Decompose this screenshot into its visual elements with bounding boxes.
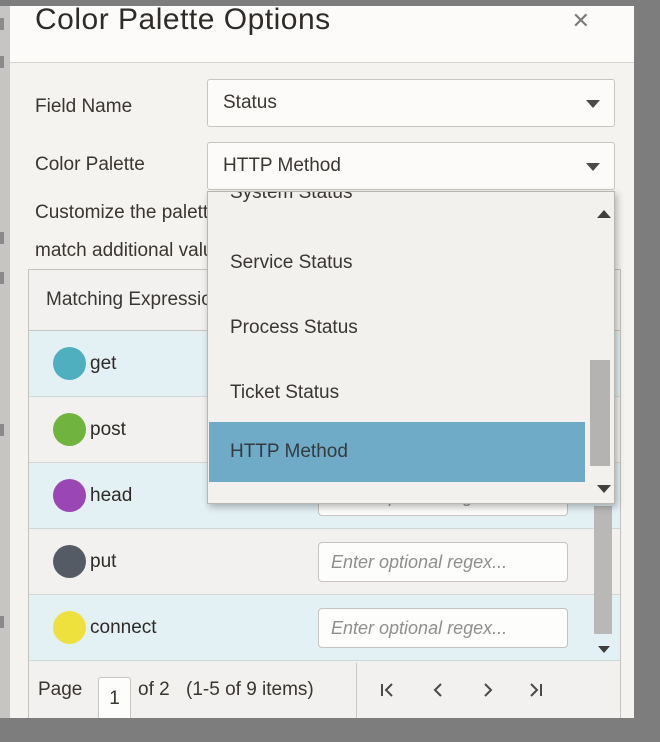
color-palette-dropdown-list: System Status Service StatusProcess Statu… (207, 191, 615, 504)
last-page-button[interactable] (527, 661, 545, 718)
color-swatch-icon[interactable] (53, 347, 86, 380)
page-label: Page (38, 661, 82, 718)
last-page-icon (527, 681, 545, 699)
page-of-label: of 2 (138, 661, 170, 718)
field-name-selected-value: Status (223, 80, 277, 126)
value-label: put (90, 529, 116, 594)
previous-page-icon (429, 681, 447, 699)
pagination-bar: Page of 2 (1-5 of 9 items) (29, 661, 620, 718)
dropdown-scroll-down-icon[interactable] (597, 485, 611, 493)
items-range-label: (1-5 of 9 items) (186, 661, 314, 718)
regex-input[interactable] (318, 542, 568, 582)
dialog-titlebar: Color Palette Options ✕ (10, 6, 634, 63)
edge-tick (0, 18, 4, 30)
value-label: head (90, 463, 132, 528)
description-line-1: Customize the palette (35, 202, 207, 224)
pagination-divider (356, 663, 357, 718)
value-label: get (90, 331, 116, 396)
color-palette-select[interactable]: HTTP Method (207, 142, 615, 190)
color-palette-selected-value: HTTP Method (223, 143, 341, 189)
chevron-down-icon (586, 100, 600, 108)
grid-scroll-down-icon[interactable] (598, 646, 610, 653)
first-page-button[interactable] (378, 661, 396, 718)
edge-tick (0, 232, 4, 244)
previous-page-button[interactable] (429, 661, 447, 718)
next-page-icon (479, 681, 497, 699)
color-palette-label: Color Palette (35, 154, 145, 176)
dialog-title: Color Palette Options (35, 6, 331, 40)
dropdown-item-process-status[interactable]: Process Status (209, 296, 585, 360)
grid-scrollbar-thumb[interactable] (594, 506, 612, 634)
dropdown-item-http-method[interactable]: HTTP Method (209, 422, 585, 482)
dropdown-scrollbar-thumb[interactable] (590, 360, 610, 466)
color-swatch-icon[interactable] (53, 479, 86, 512)
table-row-connect: connect (29, 595, 620, 661)
value-label: connect (90, 595, 157, 660)
chevron-down-icon (586, 163, 600, 171)
screenshot-stage: Color Palette Options ✕ Field Name Statu… (0, 0, 660, 742)
color-swatch-icon[interactable] (53, 545, 86, 578)
regex-input[interactable] (318, 608, 568, 648)
next-page-button[interactable] (479, 661, 497, 718)
color-palette-options-dialog: Color Palette Options ✕ Field Name Statu… (10, 6, 634, 718)
color-swatch-icon[interactable] (53, 413, 86, 446)
edge-tick (0, 56, 4, 68)
dropdown-item-system-status[interactable]: System Status (209, 191, 585, 225)
close-icon[interactable]: ✕ (572, 8, 590, 34)
page-number-input[interactable] (98, 677, 131, 718)
description-line-2: match additional values (35, 240, 207, 262)
first-page-icon (378, 681, 396, 699)
dropdown-item-service-status[interactable]: Service Status (209, 231, 585, 295)
field-name-select[interactable]: Status (207, 79, 615, 127)
underlying-window-edge (0, 6, 10, 718)
table-row-put: put (29, 529, 620, 595)
edge-tick (0, 616, 4, 628)
edge-tick (0, 424, 4, 436)
field-name-label: Field Name (35, 96, 132, 118)
edge-tick (0, 272, 4, 284)
dropdown-item-ticket-status[interactable]: Ticket Status (209, 361, 585, 425)
dropdown-scroll-up-icon[interactable] (597, 210, 611, 218)
color-swatch-icon[interactable] (53, 611, 86, 644)
value-label: post (90, 397, 126, 462)
